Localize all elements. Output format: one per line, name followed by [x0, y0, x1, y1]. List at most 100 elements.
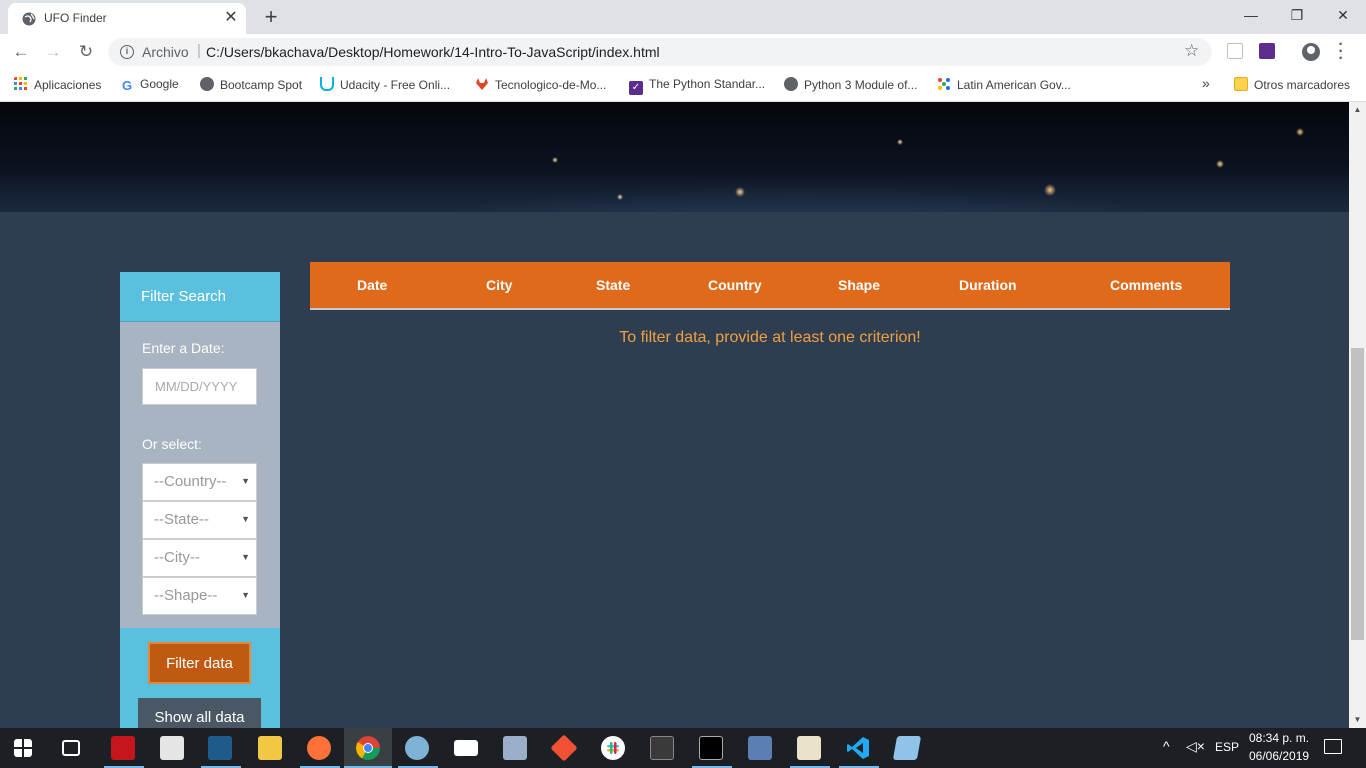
- bookmark-label: Tecnologico-de-Mo...: [495, 78, 607, 92]
- filter-actions: Filter data Show all data: [120, 628, 280, 736]
- notes-app-icon[interactable]: [892, 736, 922, 760]
- filter-search-header: Filter Search: [120, 272, 280, 322]
- firefox-icon[interactable]: [307, 736, 331, 760]
- info-icon[interactable]: i: [120, 45, 134, 59]
- state-select[interactable]: --State-- ▼: [142, 501, 257, 539]
- city-select-value: --City--: [154, 549, 200, 566]
- mysql-workbench-icon[interactable]: [208, 736, 232, 760]
- bookmark-tecnologico[interactable]: Tecnologico-de-Mo...: [475, 77, 606, 95]
- globe-icon: [22, 12, 36, 26]
- volume-muted-icon[interactable]: ◁×: [1186, 738, 1205, 755]
- filter-search-title: Filter Search: [141, 288, 227, 305]
- results-table-header: Date City State Country Shape Duration C…: [310, 262, 1230, 310]
- select-label: Or select:: [142, 436, 202, 452]
- notepad-icon[interactable]: [797, 736, 821, 760]
- bookmark-google[interactable]: G Google: [120, 77, 179, 95]
- bookmark-label: Aplicaciones: [34, 78, 102, 92]
- window-app-icon[interactable]: [650, 736, 674, 760]
- bookmark-python-standard[interactable]: ✓ The Python Standar...: [629, 77, 765, 95]
- acrobat-icon[interactable]: [111, 736, 135, 760]
- clock-date[interactable]: 06/06/2019: [1249, 749, 1309, 763]
- column-header-comments[interactable]: Comments: [1110, 277, 1182, 293]
- country-select[interactable]: --Country-- ▼: [142, 463, 257, 501]
- shape-select[interactable]: --Shape-- ▼: [142, 577, 257, 615]
- state-select-value: --State--: [154, 511, 210, 528]
- column-header-country[interactable]: Country: [708, 277, 762, 293]
- bookmark-label: Python 3 Module of...: [804, 78, 918, 92]
- back-arrow-icon[interactable]: ←: [10, 41, 32, 63]
- browser-toolbar: ← → ↻ i Archivo | C:/Users/bkachava/Desk…: [0, 34, 1366, 70]
- date-input[interactable]: [142, 368, 257, 405]
- vscode-icon[interactable]: [846, 736, 870, 760]
- address-scheme: Archivo: [142, 44, 189, 60]
- scroll-up-icon[interactable]: ▲: [1349, 102, 1366, 118]
- tab-title: UFO Finder: [44, 11, 107, 25]
- gitlab-icon: [476, 78, 488, 90]
- scroll-thumb[interactable]: [1351, 348, 1364, 640]
- chrome-icon[interactable]: [356, 736, 380, 760]
- scroll-down-icon[interactable]: ▼: [1349, 712, 1366, 728]
- windows-start-icon[interactable]: [14, 739, 32, 757]
- terminal-icon[interactable]: [699, 736, 723, 760]
- profile-avatar-icon[interactable]: [1302, 43, 1320, 61]
- task-view-icon[interactable]: [62, 740, 80, 756]
- address-bar[interactable]: i Archivo | C:/Users/bkachava/Desktop/Ho…: [108, 38, 1212, 66]
- browser-tabstrip: UFO Finder ✕ + — ❐ ✕: [0, 0, 1366, 34]
- network-app-icon[interactable]: [748, 736, 772, 760]
- bookmark-python-module[interactable]: Python 3 Module of...: [784, 77, 917, 95]
- column-header-duration[interactable]: Duration: [959, 277, 1017, 293]
- folder-icon: [1234, 77, 1248, 91]
- other-bookmarks[interactable]: Otros marcadores: [1234, 77, 1350, 95]
- bookmarks-overflow-button[interactable]: »: [1202, 75, 1210, 93]
- notifications-icon[interactable]: [1324, 739, 1342, 754]
- column-header-city[interactable]: City: [486, 277, 512, 293]
- extension-icon[interactable]: [1227, 43, 1243, 59]
- minimize-button[interactable]: —: [1228, 0, 1274, 32]
- column-header-state[interactable]: State: [596, 277, 630, 293]
- column-header-shape[interactable]: Shape: [838, 277, 880, 293]
- bookmark-label: Udacity - Free Onli...: [340, 78, 451, 92]
- date-label: Enter a Date:: [142, 340, 225, 356]
- windows-taskbar: ^ ◁× ESP 08:34 p. m. 06/06/2019: [0, 728, 1366, 768]
- slack-icon[interactable]: [601, 736, 625, 760]
- tray-chevron-icon[interactable]: ^: [1163, 738, 1170, 754]
- column-header-date[interactable]: Date: [357, 277, 387, 293]
- paint-icon[interactable]: [405, 736, 429, 760]
- bookmark-star-icon[interactable]: ☆: [1184, 41, 1199, 61]
- dropdown-arrow-icon: ▼: [241, 514, 250, 524]
- dropdown-arrow-icon: ▼: [241, 552, 250, 562]
- page-scrollbar[interactable]: ▲ ▼: [1349, 102, 1366, 728]
- remote-desktop-icon[interactable]: [503, 736, 527, 760]
- bookmark-label: Latin American Gov...: [957, 78, 1071, 92]
- reload-icon[interactable]: ↻: [75, 41, 97, 63]
- new-tab-button[interactable]: +: [258, 4, 284, 30]
- close-window-button[interactable]: ✕: [1320, 0, 1366, 32]
- restore-button[interactable]: ❐: [1274, 0, 1320, 32]
- dropdown-arrow-icon: ▼: [241, 476, 250, 486]
- file-explorer-icon[interactable]: [258, 736, 282, 760]
- language-indicator[interactable]: ESP: [1215, 740, 1239, 754]
- filter-search-panel: Filter Search Enter a Date: Or select: -…: [120, 272, 280, 736]
- address-separator: |: [197, 42, 201, 59]
- browser-tab[interactable]: UFO Finder ✕: [8, 3, 246, 34]
- checkmark-icon: ✓: [629, 81, 643, 95]
- filter-data-button[interactable]: Filter data: [148, 642, 251, 684]
- calculator-icon[interactable]: [160, 736, 184, 760]
- bookmark-apps[interactable]: Aplicaciones: [14, 77, 101, 95]
- dots-icon: [938, 78, 950, 90]
- checkmark-extension-icon[interactable]: [1259, 43, 1275, 59]
- bookmark-latin-american[interactable]: Latin American Gov...: [937, 77, 1071, 95]
- address-url[interactable]: C:/Users/bkachava/Desktop/Homework/14-In…: [206, 44, 660, 60]
- dropdown-arrow-icon: ▼: [241, 590, 250, 600]
- mail-icon[interactable]: [454, 740, 478, 756]
- bookmark-udacity[interactable]: Udacity - Free Onli...: [320, 77, 450, 95]
- close-tab-icon[interactable]: ✕: [222, 9, 240, 27]
- bookmark-bootcamp-spot[interactable]: Bootcamp Spot: [200, 77, 302, 95]
- earth-hero-image: [0, 102, 1349, 212]
- city-select[interactable]: --City-- ▼: [142, 539, 257, 577]
- clock-time[interactable]: 08:34 p. m.: [1249, 731, 1309, 745]
- git-icon[interactable]: [550, 734, 578, 762]
- google-icon: G: [120, 78, 134, 93]
- forward-arrow-icon[interactable]: →: [42, 41, 64, 63]
- menu-dots-icon[interactable]: · · ·: [1336, 37, 1346, 67]
